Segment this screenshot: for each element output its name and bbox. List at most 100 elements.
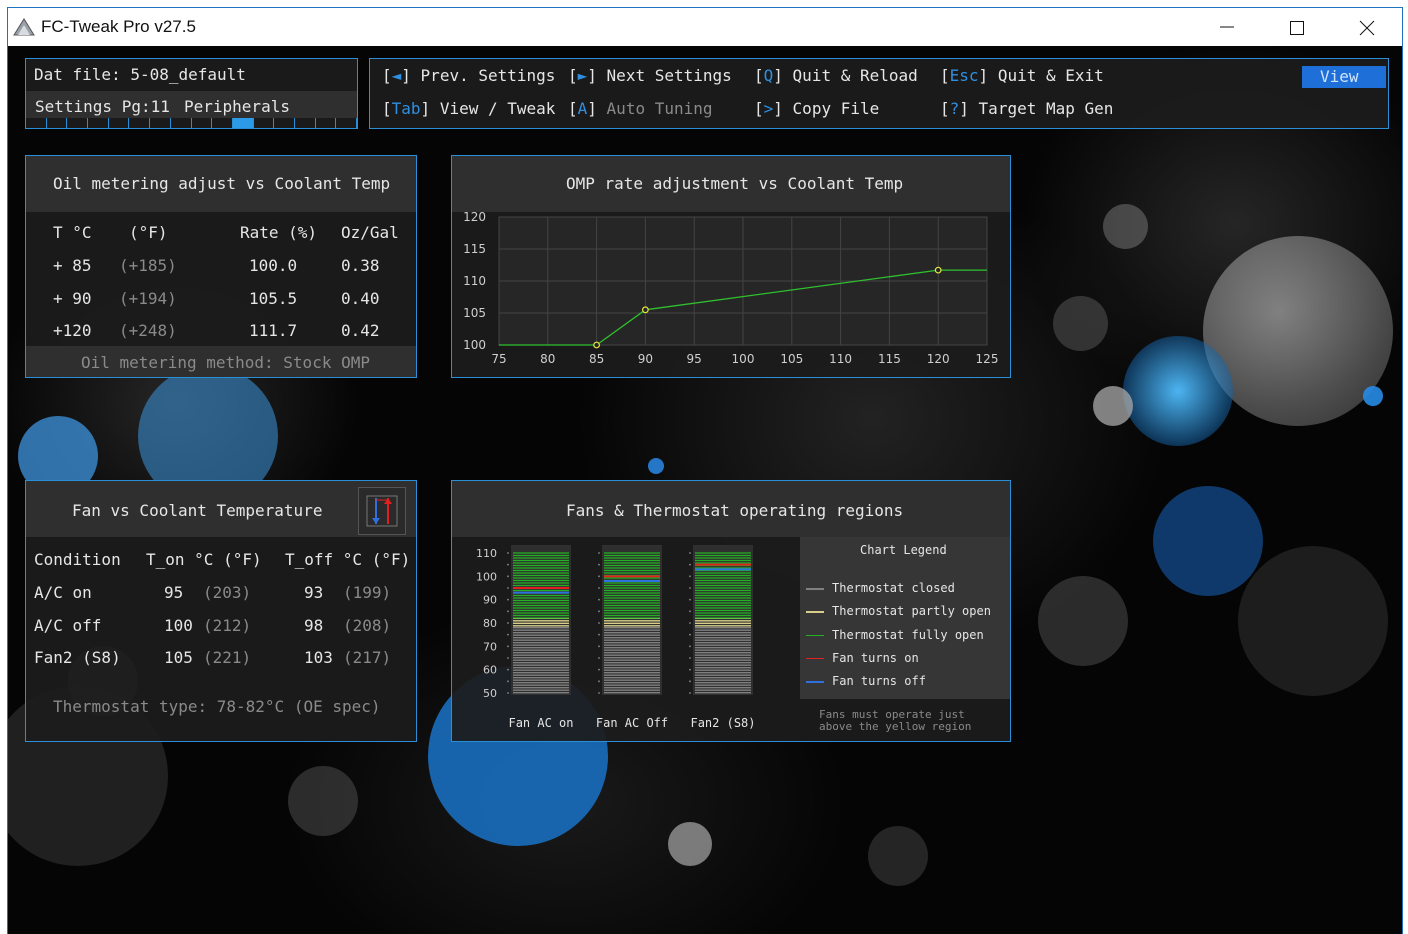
hotkey-label: ? <box>949 99 960 118</box>
page-indicator-cell[interactable] <box>232 118 254 128</box>
page-indicator-cell[interactable] <box>316 118 337 128</box>
page-indicator-bar[interactable] <box>26 118 357 128</box>
command-label: Prev. Settings <box>420 66 556 85</box>
tick-dot <box>507 633 509 636</box>
omp-line-chart: 75 80 85 90 95 100 105 110 115 120 125 100 105 110 115… <box>463 212 998 366</box>
page-indicator-cell[interactable] <box>295 118 316 128</box>
minimize-button[interactable] <box>1204 8 1250 46</box>
command-label: Auto Tuning <box>606 99 713 118</box>
bokeh-circle <box>288 766 358 836</box>
fan-on-temp-f-cell: (221) <box>203 648 252 667</box>
hotkey-label: A <box>577 99 588 118</box>
oil-ozgal-cell: 0.42 <box>341 321 380 340</box>
page-indicator-cell[interactable] <box>192 118 213 128</box>
tick-dot <box>507 622 509 624</box>
close-icon <box>1359 20 1375 36</box>
oil-metering-panel: Oil metering adjust vs Coolant Temp Oil … <box>25 155 417 378</box>
command-label: Next Settings <box>606 66 732 85</box>
fan-settings-button[interactable] <box>358 487 406 535</box>
maximize-button[interactable] <box>1274 8 1320 46</box>
regions-y-tick-label: 60 <box>483 664 497 677</box>
legend-item-label: Fan turns on <box>832 650 919 665</box>
command-next-settings[interactable]: [►] Next Settings <box>568 66 732 88</box>
bar-category-label: Fan AC on <box>508 716 573 730</box>
close-button[interactable] <box>1344 8 1390 46</box>
tick-dot <box>598 680 600 683</box>
fan-on-temp-cell: 105 <box>164 648 193 667</box>
page-indicator-cell[interactable] <box>88 118 109 128</box>
command-target-map-gen[interactable]: [?] Target Map Gen <box>940 99 1113 121</box>
x-tick-label: 75 <box>491 352 506 366</box>
command-quit-exit[interactable]: [Esc] Quit & Exit <box>940 66 1104 88</box>
tick-dot <box>507 587 509 589</box>
page-indicator-cell[interactable] <box>26 118 47 128</box>
key-bracket-open: [ <box>940 66 950 85</box>
fan-off-temp-f-cell: (199) <box>343 583 392 602</box>
tick-dot <box>598 657 600 659</box>
command-auto-tuning[interactable]: [A] Auto Tuning <box>568 99 713 121</box>
page-indicator-cell[interactable] <box>336 118 357 128</box>
regions-y-tick-label: 70 <box>483 640 497 653</box>
hotkey-label: > <box>763 99 774 118</box>
bokeh-circle <box>1363 386 1383 406</box>
legend-title: Chart Legend <box>860 543 947 557</box>
command-copy-file[interactable]: [>] Copy File <box>754 99 879 121</box>
fan-on-temp-f-cell: (212) <box>203 615 252 635</box>
x-tick-label: 100 <box>732 352 755 366</box>
x-tick-label: 85 <box>589 352 604 366</box>
y-tick-label: 110 <box>463 274 486 288</box>
x-tick-label: 120 <box>927 352 950 366</box>
page-indicator-cell[interactable] <box>47 118 68 128</box>
tick-dot <box>507 598 509 601</box>
oil-temp-c-cell: +120 <box>53 321 92 340</box>
oil-rate-cell: 100.0 <box>249 256 298 275</box>
legend-swatch <box>806 634 824 637</box>
tick-dot <box>689 587 691 589</box>
key-bracket-open: [ <box>382 66 392 85</box>
key-bracket-close: ] <box>978 66 998 85</box>
app-logo-icon <box>13 18 35 36</box>
page-indicator-cell[interactable] <box>129 118 151 128</box>
legend-item-label: Thermostat closed <box>832 581 955 595</box>
app-client-area: Dat file: 5-08_default Settings Pg:11 Pe… <box>8 46 1402 934</box>
hotkey-label: ◄ <box>391 66 402 85</box>
page-indicator-cell[interactable] <box>109 118 130 128</box>
tick-dot <box>689 622 691 624</box>
page-indicator-cell[interactable] <box>254 118 275 128</box>
bokeh-circle <box>1053 296 1108 351</box>
title-bar[interactable]: FC-Tweak Pro v27.5 <box>8 8 1402 46</box>
omp-data-point[interactable] <box>593 341 601 349</box>
fan-on-temp-f-cell: (203) <box>203 583 252 602</box>
page-indicator-cell[interactable] <box>171 118 192 128</box>
tick-dot <box>689 633 691 636</box>
hotkey-label: Q <box>763 66 774 85</box>
oil-ozgal-cell: 0.38 <box>341 256 380 275</box>
regions-note-line1: Fans must operate just <box>819 708 965 721</box>
omp-data-point[interactable] <box>934 266 942 274</box>
page-indicator-cell[interactable] <box>212 118 233 128</box>
page-indicator-cell[interactable] <box>67 118 89 128</box>
omp-data-point[interactable] <box>641 306 649 314</box>
view-mode-button[interactable]: View <box>1302 66 1386 88</box>
key-bracket-open: [ <box>568 66 578 85</box>
page-indicator-cell[interactable] <box>274 118 295 128</box>
regions-y-tick-label: 100 <box>476 570 497 583</box>
page-indicator-cell[interactable] <box>150 118 171 128</box>
command-quit-reload[interactable]: [Q] Quit & Reload <box>754 66 918 88</box>
chart-legend-box: Chart Legend Thermostat closed Thermostat… <box>800 537 1010 699</box>
view-mode-label: View <box>1320 67 1359 86</box>
tick-dot <box>689 692 691 694</box>
command-prev-settings[interactable]: [◄] Prev. Settings <box>382 66 555 88</box>
command-label: Copy File <box>792 99 880 118</box>
key-bracket-close: ] <box>587 99 607 118</box>
oil-panel-title: Oil metering adjust vs Coolant Temp <box>53 174 391 193</box>
thermostat-type-label: Thermostat type: 78-82°C (OE spec) <box>53 697 381 716</box>
tick-dot <box>507 575 509 578</box>
command-view-tweak[interactable]: [Tab] View / Tweak <box>382 99 555 121</box>
tick-dot <box>598 598 600 601</box>
oil-rate-cell: 105.5 <box>249 288 298 308</box>
tick-dot <box>507 657 509 659</box>
fan-condition-cell: Fan2 (S8) <box>34 648 121 667</box>
fan-off-temp-cell: 93 <box>304 583 324 602</box>
tick-dot <box>507 692 509 694</box>
